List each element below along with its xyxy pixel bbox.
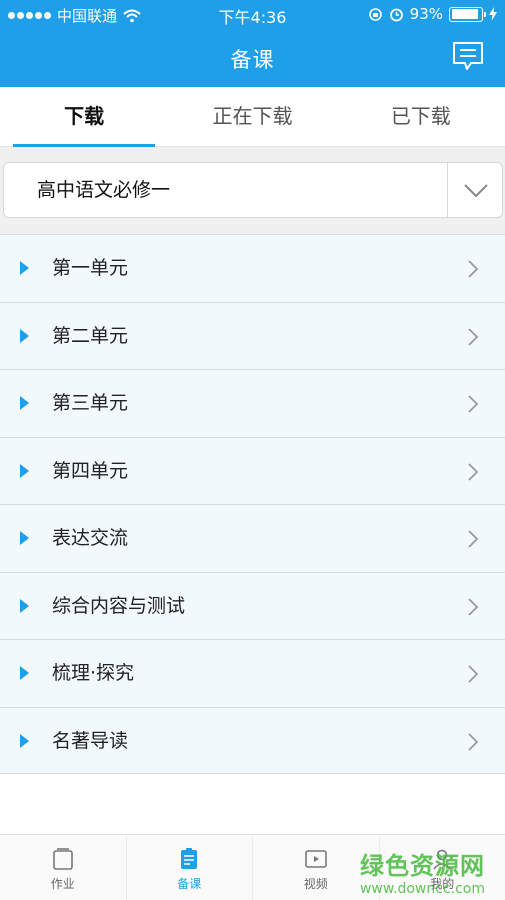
top-bar: 中国联通 下午4:36 93% 备课	[0, 0, 505, 87]
charging-icon	[489, 7, 497, 21]
select-divider	[447, 163, 448, 217]
list-item[interactable]: 综合内容与测试	[0, 571, 505, 639]
expand-triangle-icon	[20, 598, 29, 613]
alarm-icon	[389, 8, 403, 21]
chevron-right-icon	[468, 597, 479, 616]
battery-percent: 93%	[409, 5, 443, 23]
chevron-right-icon	[468, 395, 479, 413]
chevron-down-icon[interactable]	[462, 177, 490, 203]
chevron-right-icon	[468, 732, 479, 751]
tab-downloading[interactable]: 正在下载	[168, 87, 336, 146]
expand-triangle-icon	[20, 666, 29, 680]
list-item[interactable]: 梳理·探究	[0, 639, 505, 707]
lesson-prep-icon	[181, 848, 198, 869]
expand-triangle-icon	[20, 261, 29, 275]
battery-icon	[449, 6, 486, 22]
list-item-label: 第一单元	[52, 257, 129, 279]
homework-icon	[52, 848, 73, 870]
list-item-label: 第二单元	[52, 324, 129, 347]
chevron-right-icon	[468, 327, 479, 346]
tabbar-item-lesson-prep[interactable]: 备课	[125, 835, 253, 900]
list-item[interactable]: 第一单元	[0, 234, 505, 302]
chevron-right-icon	[468, 665, 479, 683]
chevron-right-icon	[468, 530, 479, 548]
watermark: 绿色资源网 www.downcc.com	[360, 846, 485, 897]
unit-list: 第一单元 第二单元 第三单元 第四单元 表达交流 综合内容与测试 梳理·探究 名…	[0, 234, 505, 774]
list-item-label: 第三单元	[52, 392, 129, 414]
expand-triangle-icon	[20, 733, 29, 748]
expand-triangle-icon	[20, 531, 29, 545]
rotation-lock-icon	[368, 7, 382, 21]
tab-download[interactable]: 下载	[0, 87, 168, 147]
page-title: 备课	[230, 48, 275, 72]
list-item[interactable]: 表达交流	[0, 504, 505, 572]
download-tabs: 下载 正在下载 已下载	[0, 87, 505, 147]
book-select[interactable]: 高中语文必修一	[3, 162, 503, 218]
list-item-label: 表达交流	[52, 527, 129, 549]
message-icon[interactable]	[451, 40, 485, 72]
list-item[interactable]: 第四单元	[0, 436, 505, 504]
video-icon	[304, 850, 327, 868]
list-item-label: 梳理·探究	[52, 662, 135, 684]
book-select-value: 高中语文必修一	[37, 179, 171, 201]
chevron-right-icon	[468, 462, 479, 481]
tabbar-label: 备课	[177, 877, 202, 891]
list-item-label: 第四单元	[52, 459, 129, 482]
expand-triangle-icon	[20, 396, 29, 410]
tabbar-item-homework[interactable]: 作业	[0, 835, 126, 900]
status-right: 93%	[368, 5, 497, 23]
chevron-right-icon	[468, 260, 479, 278]
expand-triangle-icon	[20, 463, 29, 478]
tabbar-label: 作业	[50, 877, 75, 891]
tab-downloaded[interactable]: 已下载	[337, 87, 505, 146]
watermark-title: 绿色资源网	[359, 852, 485, 880]
list-item[interactable]: 第三单元	[0, 369, 505, 437]
list-item[interactable]: 名著导读	[0, 706, 505, 774]
list-item-label: 综合内容与测试	[52, 594, 186, 617]
status-bar: 中国联通 下午4:36 93%	[0, 0, 505, 28]
watermark-url: www.downcc.com	[359, 881, 485, 897]
list-item[interactable]: 第二单元	[0, 301, 505, 369]
expand-triangle-icon	[20, 328, 29, 343]
list-item-label: 名著导读	[52, 729, 129, 752]
